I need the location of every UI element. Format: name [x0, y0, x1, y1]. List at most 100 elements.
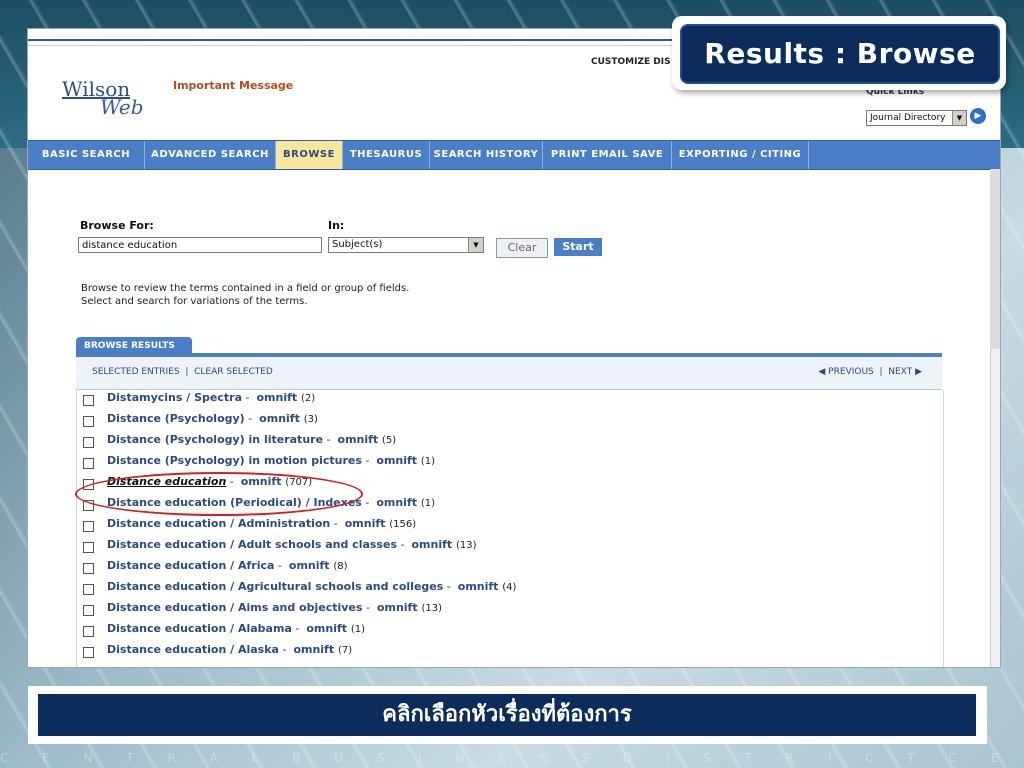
important-message-link[interactable]: Important Message [173, 79, 293, 92]
list-item: Distance education / Agricultural school… [77, 579, 937, 600]
browse-for-label: Browse For: [80, 219, 154, 232]
db-link[interactable]: omnift [259, 412, 300, 425]
journal-directory-select[interactable]: Journal Directory ▼ [866, 110, 967, 126]
customize-link[interactable]: CUSTOMIZE DIS [591, 57, 671, 67]
term-count: (4) [502, 582, 517, 593]
row-checkbox[interactable] [83, 458, 94, 469]
selection-links: SELECTED ENTRIES | CLEAR SELECTED [92, 367, 273, 377]
chevron-down-icon[interactable]: ▼ [952, 111, 966, 125]
start-button[interactable]: Start [554, 238, 602, 256]
db-link[interactable]: omnift [306, 622, 347, 635]
row-checkbox[interactable] [83, 626, 94, 637]
db-link[interactable]: omnift [289, 559, 330, 572]
field-select-value: Subject(s) [332, 239, 383, 250]
main-nav: BASIC SEARCH ADVANCED SEARCH BROWSE THES… [28, 140, 1000, 170]
row-checkbox[interactable] [83, 416, 94, 427]
help-line-2: Select and search for variations of the … [81, 296, 308, 307]
list-item: Distance (Psychology) in motion pictures… [77, 453, 937, 474]
row-checkbox[interactable] [83, 647, 94, 658]
results-toolbar: SELECTED ENTRIES | CLEAR SELECTED ◀ PREV… [76, 357, 942, 390]
help-line-1: Browse to review the terms contained in … [81, 283, 410, 294]
previous-link[interactable]: PREVIOUS [828, 367, 874, 377]
tab-exporting-citing[interactable]: EXPORTING / CITING [672, 141, 809, 169]
row-checkbox[interactable] [83, 395, 94, 406]
tab-thesaurus[interactable]: THESAURUS [343, 141, 430, 169]
row-checkbox[interactable] [83, 521, 94, 532]
term-link[interactable]: Distance education / Administration [107, 517, 330, 530]
highlight-oval [75, 472, 363, 516]
term-count: (1) [420, 456, 436, 467]
list-item: Distance education / Alabama - omnift (1… [77, 621, 937, 642]
db-link[interactable]: omnift [293, 643, 334, 656]
pager: ◀ PREVIOUS | NEXT ▶ [818, 367, 922, 377]
term-count: (13) [455, 540, 477, 551]
logo-word-web: Web [100, 95, 144, 119]
db-link[interactable]: omnift [345, 517, 386, 530]
journal-select-value: Journal Directory [870, 113, 946, 123]
list-item: Distance education / Aims and objectives… [77, 600, 937, 621]
list-item: Distance education / Alaska - omnift (7) [77, 642, 937, 663]
term-link[interactable]: Distamycins / Spectra [107, 391, 242, 404]
db-link[interactable]: omnift [256, 391, 297, 404]
slide-title: Results : Browse [680, 24, 1000, 84]
db-link[interactable]: omnift [376, 454, 417, 467]
tab-browse[interactable]: BROWSE [276, 141, 343, 169]
term-count: (2) [300, 393, 316, 404]
wilsonweb-logo[interactable]: Wilson Web [58, 77, 178, 121]
term-link[interactable]: Distance (Psychology) in literature [107, 433, 323, 446]
term-count: (5) [382, 435, 397, 446]
list-item: Distamycins / Spectra - omnift (2) [77, 390, 937, 411]
list-item: Distance (Psychology) - omnift (3) [77, 411, 937, 432]
term-link[interactable]: Distance education / Africa [107, 559, 274, 572]
browse-input[interactable] [78, 237, 322, 253]
term-link[interactable]: Distance education / Adult schools and c… [107, 538, 397, 551]
list-item: Distance education / Africa - omnift (8) [77, 558, 937, 579]
term-count: (1) [420, 498, 436, 509]
browser-window: Wilson Web Important Message CUSTOMIZE D… [27, 28, 1001, 668]
term-link[interactable]: Distance (Psychology) [107, 412, 245, 425]
db-link[interactable]: omnift [411, 538, 452, 551]
term-link[interactable]: Distance education / Agricultural school… [107, 580, 443, 593]
term-link[interactable]: Distance education / Alabama [107, 622, 292, 635]
db-link[interactable]: omnift [377, 601, 418, 614]
slide-footer-text: C E N T R A L B U S I N E S S D I S T R … [0, 751, 1024, 765]
separator: | [876, 367, 889, 377]
results-list: Distamycins / Spectra - omnift (2) Dista… [76, 390, 944, 667]
go-arrow-icon[interactable]: ▶ [970, 108, 986, 124]
row-checkbox[interactable] [83, 437, 94, 448]
clear-selected-link[interactable]: CLEAR SELECTED [194, 367, 273, 377]
term-link[interactable]: Distance education / Alaska [107, 643, 279, 656]
scrollbar-thumb[interactable] [990, 169, 1000, 349]
list-item: Distance education / Adult schools and c… [77, 537, 937, 558]
clear-button[interactable]: Clear [496, 238, 548, 258]
row-checkbox[interactable] [83, 563, 94, 574]
term-count: (8) [333, 561, 348, 572]
term-count: (7) [337, 645, 353, 656]
next-arrow-icon[interactable]: ▶ [915, 367, 922, 377]
slide-caption: คลิกเลือกหัวเรื่องที่ต้องการ [38, 694, 976, 736]
row-checkbox[interactable] [83, 584, 94, 595]
row-checkbox[interactable] [83, 605, 94, 616]
slide-caption-box: คลิกเลือกหัวเรื่องที่ต้องการ [28, 686, 987, 744]
db-link[interactable]: omnift [458, 580, 499, 593]
next-link[interactable]: NEXT [888, 367, 912, 377]
list-item: Distance (Psychology) in literature - om… [77, 432, 937, 453]
row-checkbox[interactable] [83, 542, 94, 553]
previous-arrow-icon[interactable]: ◀ [818, 367, 825, 377]
db-link[interactable]: omnift [338, 433, 379, 446]
chevron-down-icon[interactable]: ▼ [468, 238, 483, 252]
tab-print-email-save[interactable]: PRINT EMAIL SAVE [543, 141, 672, 169]
slide-title-box: Results : Browse [672, 16, 1006, 90]
list-item: Distance education / Administration - om… [77, 516, 937, 537]
in-label: In: [328, 219, 345, 232]
term-count: (1) [350, 624, 366, 635]
tab-advanced-search[interactable]: ADVANCED SEARCH [145, 141, 276, 169]
field-select[interactable]: Subject(s) ▼ [328, 237, 484, 253]
db-link[interactable]: omnift [376, 496, 417, 509]
tab-basic-search[interactable]: BASIC SEARCH [28, 141, 145, 169]
term-link[interactable]: Distance (Psychology) in motion pictures [107, 454, 362, 467]
tab-search-history[interactable]: SEARCH HISTORY [430, 141, 543, 169]
term-count: (156) [389, 519, 417, 530]
term-link[interactable]: Distance education / Aims and objectives [107, 601, 362, 614]
selected-entries-link[interactable]: SELECTED ENTRIES [92, 367, 180, 377]
